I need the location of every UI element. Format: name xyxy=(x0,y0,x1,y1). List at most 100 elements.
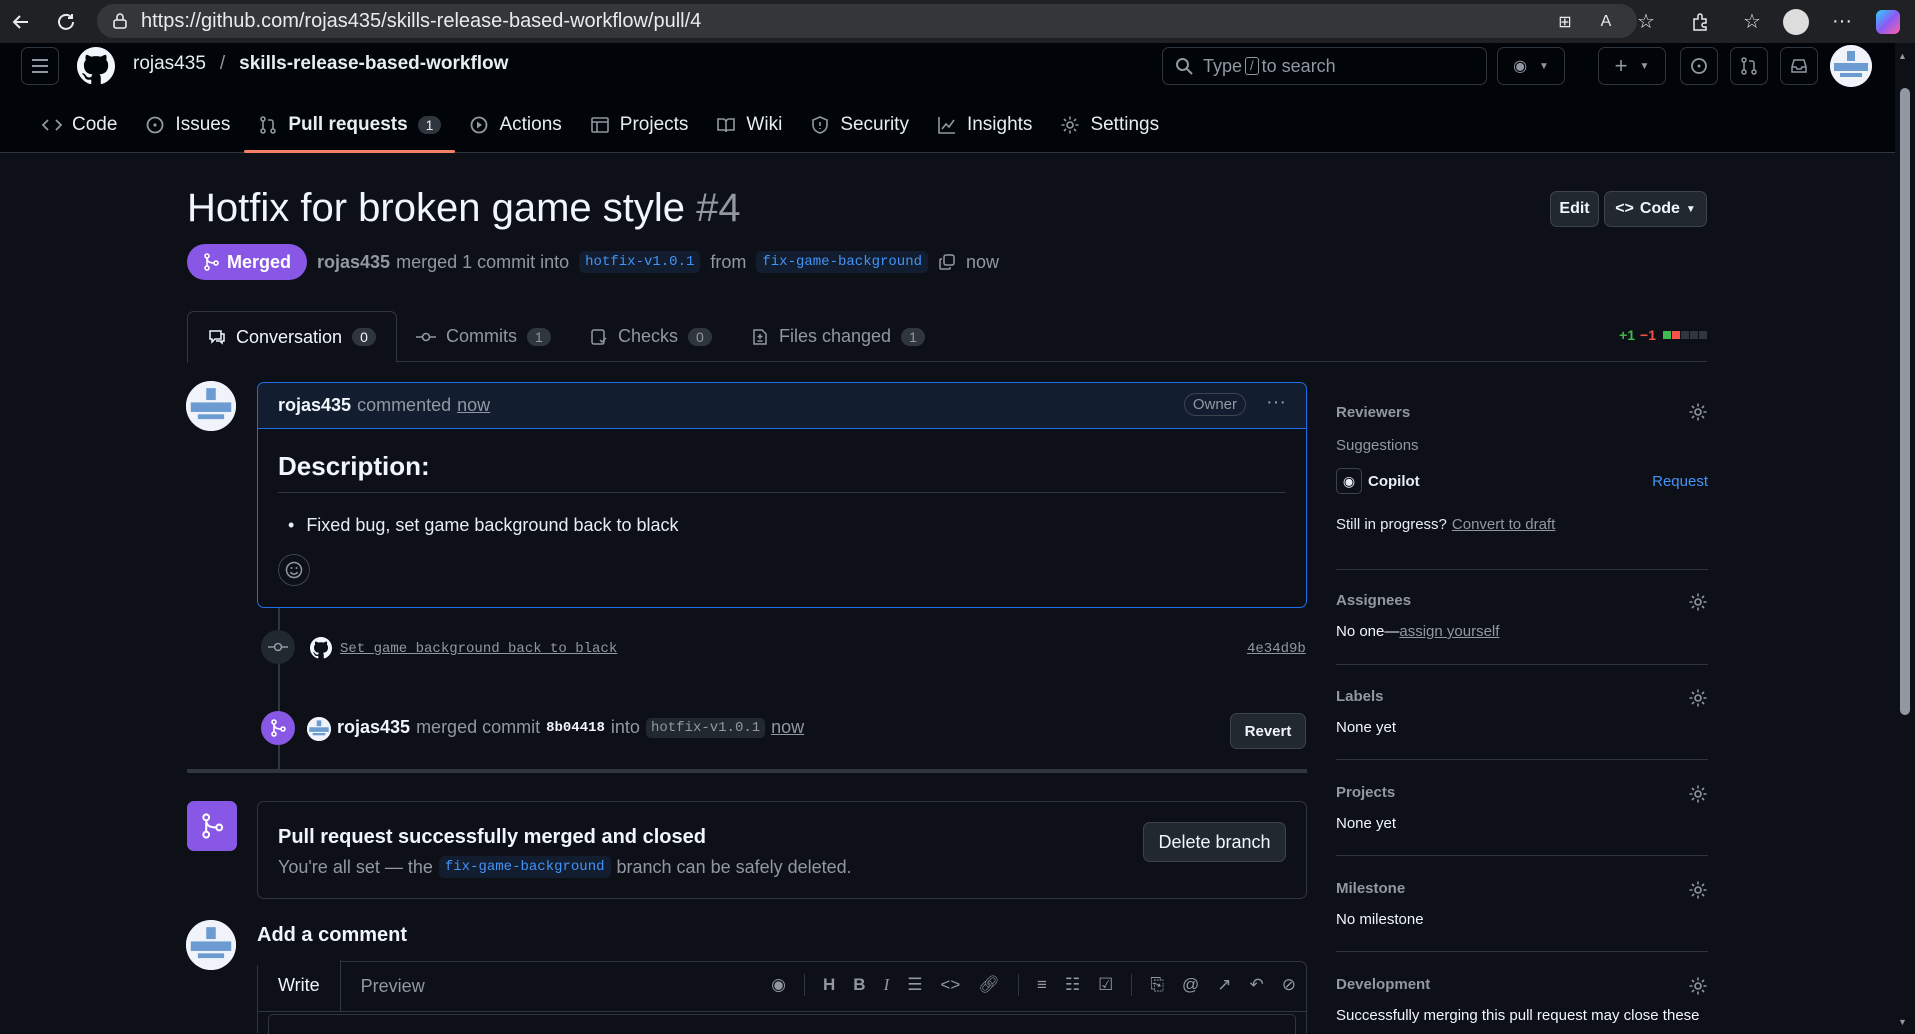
user-avatar[interactable] xyxy=(1830,45,1872,87)
comment-textarea[interactable] xyxy=(268,1014,1296,1034)
commit-message-link[interactable]: Set game background back to black xyxy=(340,641,617,657)
repo-owner-link[interactable]: rojas435 xyxy=(133,53,206,75)
create-new-button[interactable]: + ▼ xyxy=(1598,47,1666,85)
development-title[interactable]: Development xyxy=(1336,976,1708,993)
merge-target-branch[interactable]: hotfix-v1.0.1 xyxy=(645,717,766,738)
tab-code[interactable]: Code xyxy=(28,107,131,143)
base-branch-label[interactable]: hotfix-v1.0.1 xyxy=(579,251,701,273)
commit-sha-link[interactable]: 4e34d9b xyxy=(1247,641,1306,657)
reviewers-title[interactable]: Reviewers xyxy=(1336,404,1708,421)
tab-actions[interactable]: Actions xyxy=(455,107,575,143)
request-review-link[interactable]: Request xyxy=(1652,473,1708,490)
gear-icon[interactable] xyxy=(1688,880,1708,900)
more-menu-icon[interactable]: ··· xyxy=(1826,6,1858,38)
address-bar[interactable]: https://github.com/rojas435/skills-relea… xyxy=(97,4,1637,38)
scrollbar-thumb[interactable] xyxy=(1900,88,1910,715)
tab-issues[interactable]: Issues xyxy=(131,107,244,143)
tab-checks[interactable]: Checks 0 xyxy=(590,311,712,362)
extensions-icon[interactable] xyxy=(1684,6,1716,38)
attach-icon[interactable]: ⎘ xyxy=(1150,975,1164,995)
gear-icon[interactable] xyxy=(1688,784,1708,804)
bold-icon[interactable]: B xyxy=(853,975,865,995)
tab-files-changed[interactable]: Files changed 1 xyxy=(751,311,925,362)
pull-requests-shortcut-button[interactable] xyxy=(1730,47,1768,85)
tab-commits[interactable]: Commits 1 xyxy=(416,311,551,362)
search-shortcut-key: / xyxy=(1245,57,1259,75)
mention-icon[interactable]: @ xyxy=(1182,975,1199,995)
merge-commit-sha[interactable]: 8b04418 xyxy=(546,720,605,736)
comment-time-link[interactable]: now xyxy=(457,395,490,416)
back-icon[interactable] xyxy=(5,6,37,38)
reload-icon[interactable] xyxy=(50,6,82,38)
favorites-icon[interactable]: ☆ xyxy=(1736,6,1768,38)
delete-branch-button[interactable]: Delete branch xyxy=(1143,822,1286,862)
unordered-list-icon[interactable]: ☷ xyxy=(1065,975,1080,995)
tab-pull-requests[interactable]: Pull requests 1 xyxy=(244,107,456,153)
code-icon[interactable]: <> xyxy=(941,975,961,995)
site-info-icon[interactable] xyxy=(111,12,129,30)
tab-insights[interactable]: Insights xyxy=(923,107,1046,143)
page-scrollbar[interactable]: ▲ ▼ xyxy=(1895,43,1915,1033)
tab-security[interactable]: Security xyxy=(796,107,923,143)
repo-name-link[interactable]: skills-release-based-workflow xyxy=(239,53,508,75)
comment-author-link[interactable]: rojas435 xyxy=(278,395,351,416)
scroll-down-icon[interactable]: ▼ xyxy=(1898,1017,1907,1027)
task-list-icon[interactable]: ☑ xyxy=(1098,975,1113,995)
add-comment-title: Add a comment xyxy=(257,924,408,946)
heading-icon[interactable]: H xyxy=(823,975,835,995)
merger-avatar[interactable] xyxy=(307,717,331,741)
issues-shortcut-button[interactable] xyxy=(1680,47,1718,85)
labels-title[interactable]: Labels xyxy=(1336,688,1708,705)
copilot-menu-button[interactable]: ◉ ▼ xyxy=(1497,47,1565,85)
scroll-up-icon[interactable]: ▲ xyxy=(1898,51,1907,61)
gear-icon[interactable] xyxy=(1688,688,1708,708)
pr-author-link[interactable]: rojas435 xyxy=(317,252,390,273)
read-aloud-icon[interactable]: A xyxy=(1590,6,1622,38)
edit-title-button[interactable]: Edit xyxy=(1550,191,1599,227)
milestone-title[interactable]: Milestone xyxy=(1336,880,1708,897)
merger-link[interactable]: rojas435 xyxy=(337,717,410,738)
add-reaction-button[interactable] xyxy=(278,554,310,586)
gear-icon[interactable] xyxy=(1688,976,1708,996)
deletable-branch-label[interactable]: fix-game-background xyxy=(438,856,611,878)
reply-icon[interactable]: ↶ xyxy=(1250,975,1264,995)
tab-conversation[interactable]: Conversation 0 xyxy=(187,311,397,363)
pull-request-icon xyxy=(260,116,277,134)
copilot-icon[interactable]: ◉ xyxy=(771,975,786,995)
link-icon[interactable]: 🔗︎ xyxy=(978,975,1000,995)
copy-icon[interactable] xyxy=(938,253,956,271)
assignees-title[interactable]: Assignees xyxy=(1336,592,1708,609)
tab-projects[interactable]: Projects xyxy=(576,107,703,143)
cross-reference-icon[interactable]: ↗ xyxy=(1217,975,1231,995)
profile-icon[interactable] xyxy=(1780,6,1812,38)
merge-time-link[interactable]: now xyxy=(771,717,804,738)
quote-icon[interactable]: ☰ xyxy=(907,975,922,995)
chevron-down-icon: ▼ xyxy=(1685,203,1696,215)
gear-icon[interactable] xyxy=(1688,592,1708,612)
copilot-browser-icon[interactable] xyxy=(1872,6,1904,38)
numbered-list-icon[interactable]: ≡ xyxy=(1037,975,1047,995)
head-branch-label[interactable]: fix-game-background xyxy=(756,251,929,273)
projects-title[interactable]: Projects xyxy=(1336,784,1708,801)
hamburger-menu-icon[interactable] xyxy=(21,47,59,85)
current-user-avatar[interactable] xyxy=(186,920,236,970)
revert-button[interactable]: Revert xyxy=(1230,713,1306,749)
preview-tab[interactable]: Preview xyxy=(341,961,445,1011)
code-dropdown-button[interactable]: <> Code ▼ xyxy=(1604,191,1707,227)
convert-to-draft-link[interactable]: Convert to draft xyxy=(1452,516,1555,533)
inbox-button[interactable] xyxy=(1780,47,1818,85)
github-logo-icon[interactable] xyxy=(77,47,115,85)
kebab-menu-icon[interactable]: ··· xyxy=(1266,391,1286,414)
tab-checks-count: 0 xyxy=(688,327,712,346)
slash-command-icon[interactable]: ⊘ xyxy=(1282,975,1296,995)
tab-settings[interactable]: Settings xyxy=(1046,107,1173,143)
assign-yourself-link[interactable]: assign yourself xyxy=(1399,623,1499,640)
tab-wiki[interactable]: Wiki xyxy=(702,107,796,143)
write-tab[interactable]: Write xyxy=(258,960,341,1011)
app-available-icon[interactable]: ⊞ xyxy=(1549,6,1581,38)
favorite-star-icon[interactable]: ☆ xyxy=(1630,6,1662,38)
gear-icon[interactable] xyxy=(1688,402,1708,422)
comment-author-avatar[interactable] xyxy=(186,381,236,431)
italic-icon[interactable]: I xyxy=(884,975,890,995)
search-input[interactable]: Type / to search xyxy=(1162,47,1487,85)
